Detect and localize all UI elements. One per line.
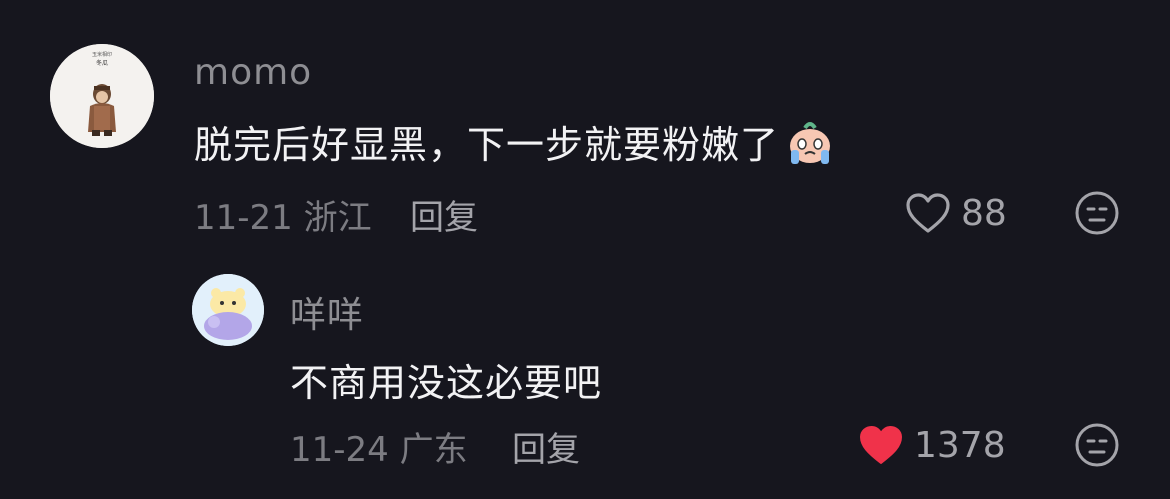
- comment-date: 11-24: [290, 430, 389, 470]
- reply-button[interactable]: 回复: [512, 422, 580, 471]
- comment-date: 11-21: [194, 198, 293, 238]
- heart-outline-icon: [906, 193, 950, 233]
- meh-face-icon: [1075, 423, 1119, 467]
- avatar-image: 玉米相印 冬瓜: [50, 44, 154, 148]
- comment-location: 浙江: [303, 198, 372, 238]
- username[interactable]: 咩咩: [290, 286, 364, 338]
- avatar-text-name: 冬瓜: [96, 59, 108, 67]
- comment-text-content: 脱完后好显黑，下一步就要粉嫩了: [194, 123, 780, 167]
- username[interactable]: momo: [194, 52, 312, 93]
- comment-text: 脱完后好显黑，下一步就要粉嫩了: [194, 114, 837, 170]
- avatar[interactable]: 玉米相印 冬瓜: [50, 44, 154, 148]
- avatar-image: [192, 274, 264, 346]
- avatar-text-top: 玉米相印: [92, 51, 112, 58]
- like-button[interactable]: 1378: [858, 422, 1006, 468]
- dislike-button[interactable]: [1074, 422, 1120, 468]
- comment-location: 广东: [399, 430, 468, 470]
- comment-meta: 11-21 浙江: [194, 190, 372, 239]
- meh-face-icon: [1075, 191, 1119, 235]
- heart-filled-icon: [860, 426, 902, 464]
- reply-button[interactable]: 回复: [410, 190, 478, 239]
- comment-text: 不商用没这必要吧: [290, 361, 603, 405]
- like-count: 88: [961, 192, 1007, 234]
- avatar[interactable]: [192, 274, 264, 346]
- comment-meta: 11-24 广东: [290, 422, 468, 471]
- crying-face-emoji-icon: [783, 116, 837, 170]
- like-button[interactable]: 88: [905, 190, 1007, 236]
- like-count: 1378: [914, 424, 1006, 466]
- dislike-button[interactable]: [1074, 190, 1120, 236]
